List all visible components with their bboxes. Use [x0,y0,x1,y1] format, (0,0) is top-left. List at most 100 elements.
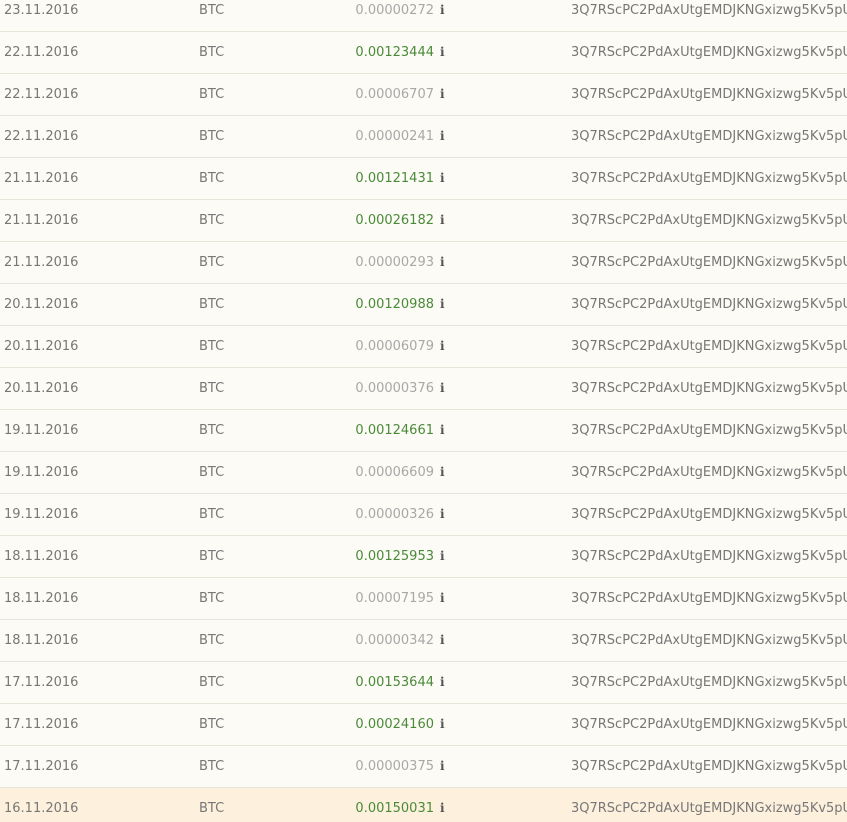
row-currency: BTC [199,675,225,690]
row-currency: BTC [199,297,225,312]
row-date: 22.11.2016 [4,45,79,60]
info-icon[interactable]: i [440,0,445,31]
row-currency: BTC [199,633,225,648]
info-icon[interactable]: i [440,116,445,157]
info-icon[interactable]: i [440,620,445,661]
table-row[interactable]: 20.11.2016 BTC 0.00120988 i 3Q7RScPC2PdA… [0,284,847,326]
row-currency: BTC [199,339,225,354]
row-date: 21.11.2016 [4,213,79,228]
row-amount: 0.00124661 [355,423,434,438]
info-icon[interactable]: i [440,452,445,493]
row-date: 18.11.2016 [4,591,79,606]
info-icon[interactable]: i [440,578,445,619]
info-icon[interactable]: i [440,326,445,367]
row-date: 20.11.2016 [4,297,79,312]
row-amount: 0.00007195 [355,591,434,606]
info-icon[interactable]: i [440,32,445,73]
row-amount: 0.00000375 [355,759,434,774]
row-currency: BTC [199,45,225,60]
row-date: 16.11.2016 [4,801,79,816]
table-row[interactable]: 18.11.2016 BTC 0.00000342 i 3Q7RScPC2PdA… [0,620,847,662]
info-icon[interactable]: i [440,746,445,787]
row-address: 3Q7RScPC2PdAxUtgEMDJKNGxizwg5Kv5pU [571,423,847,438]
row-currency: BTC [199,255,225,270]
row-date: 19.11.2016 [4,507,79,522]
info-icon[interactable]: i [440,74,445,115]
row-address: 3Q7RScPC2PdAxUtgEMDJKNGxizwg5Kv5pU [571,297,847,312]
row-amount: 0.00000241 [355,129,434,144]
info-icon[interactable]: i [440,662,445,703]
row-address: 3Q7RScPC2PdAxUtgEMDJKNGxizwg5Kv5pU [571,87,847,102]
row-amount: 0.00123444 [355,45,434,60]
table-row[interactable]: 20.11.2016 BTC 0.00006079 i 3Q7RScPC2PdA… [0,326,847,368]
row-address: 3Q7RScPC2PdAxUtgEMDJKNGxizwg5Kv5pU [571,339,847,354]
row-address: 3Q7RScPC2PdAxUtgEMDJKNGxizwg5Kv5pU [571,45,847,60]
row-address: 3Q7RScPC2PdAxUtgEMDJKNGxizwg5Kv5pU [571,171,847,186]
table-row[interactable]: 22.11.2016 BTC 0.00006707 i 3Q7RScPC2PdA… [0,74,847,116]
row-date: 22.11.2016 [4,87,79,102]
row-currency: BTC [199,549,225,564]
row-address: 3Q7RScPC2PdAxUtgEMDJKNGxizwg5Kv5pU [571,507,847,522]
row-amount: 0.00006707 [355,87,434,102]
info-icon[interactable]: i [440,788,445,822]
info-icon[interactable]: i [440,410,445,451]
transactions-list: 23.11.2016 BTC 0.00000272 i 3Q7RScPC2PdA… [0,0,847,822]
row-currency: BTC [199,3,225,18]
info-icon[interactable]: i [440,368,445,409]
row-currency: BTC [199,87,225,102]
row-currency: BTC [199,801,225,816]
row-address: 3Q7RScPC2PdAxUtgEMDJKNGxizwg5Kv5pU [571,759,847,774]
table-row[interactable]: 22.11.2016 BTC 0.00123444 i 3Q7RScPC2PdA… [0,32,847,74]
table-row[interactable]: 21.11.2016 BTC 0.00121431 i 3Q7RScPC2PdA… [0,158,847,200]
table-row[interactable]: 17.11.2016 BTC 0.00000375 i 3Q7RScPC2PdA… [0,746,847,788]
row-date: 19.11.2016 [4,465,79,480]
info-icon[interactable]: i [440,704,445,745]
row-date: 20.11.2016 [4,339,79,354]
row-address: 3Q7RScPC2PdAxUtgEMDJKNGxizwg5Kv5pU [571,255,847,270]
table-row[interactable]: 23.11.2016 BTC 0.00000272 i 3Q7RScPC2PdA… [0,0,847,32]
row-currency: BTC [199,381,225,396]
info-icon[interactable]: i [440,158,445,199]
info-icon[interactable]: i [440,242,445,283]
row-date: 19.11.2016 [4,423,79,438]
row-date: 21.11.2016 [4,255,79,270]
table-row[interactable]: 18.11.2016 BTC 0.00125953 i 3Q7RScPC2PdA… [0,536,847,578]
row-date: 18.11.2016 [4,549,79,564]
table-row[interactable]: 19.11.2016 BTC 0.00124661 i 3Q7RScPC2PdA… [0,410,847,452]
table-row[interactable]: 20.11.2016 BTC 0.00000376 i 3Q7RScPC2PdA… [0,368,847,410]
info-icon[interactable]: i [440,200,445,241]
table-row[interactable]: 17.11.2016 BTC 0.00024160 i 3Q7RScPC2PdA… [0,704,847,746]
row-amount: 0.00000376 [355,381,434,396]
row-address: 3Q7RScPC2PdAxUtgEMDJKNGxizwg5Kv5pU [571,675,847,690]
row-date: 17.11.2016 [4,759,79,774]
info-icon[interactable]: i [440,284,445,325]
info-icon[interactable]: i [440,536,445,577]
row-currency: BTC [199,591,225,606]
table-row[interactable]: 16.11.2016 BTC 0.00150031 i 3Q7RScPC2PdA… [0,788,847,822]
row-amount: 0.00150031 [355,801,434,816]
row-amount: 0.00006079 [355,339,434,354]
table-row[interactable]: 18.11.2016 BTC 0.00007195 i 3Q7RScPC2PdA… [0,578,847,620]
row-amount: 0.00000272 [355,3,434,18]
table-row[interactable]: 17.11.2016 BTC 0.00153644 i 3Q7RScPC2PdA… [0,662,847,704]
transactions-table: 23.11.2016 BTC 0.00000272 i 3Q7RScPC2PdA… [0,0,847,822]
table-row[interactable]: 22.11.2016 BTC 0.00000241 i 3Q7RScPC2PdA… [0,116,847,158]
row-amount: 0.00000293 [355,255,434,270]
row-amount: 0.00006609 [355,465,434,480]
row-currency: BTC [199,717,225,732]
row-date: 18.11.2016 [4,633,79,648]
info-icon[interactable]: i [440,494,445,535]
table-row[interactable]: 21.11.2016 BTC 0.00000293 i 3Q7RScPC2PdA… [0,242,847,284]
row-amount: 0.00000342 [355,633,434,648]
row-currency: BTC [199,129,225,144]
table-row[interactable]: 21.11.2016 BTC 0.00026182 i 3Q7RScPC2PdA… [0,200,847,242]
row-address: 3Q7RScPC2PdAxUtgEMDJKNGxizwg5Kv5pU [571,717,847,732]
row-address: 3Q7RScPC2PdAxUtgEMDJKNGxizwg5Kv5pU [571,129,847,144]
row-amount: 0.00026182 [355,213,434,228]
table-row[interactable]: 19.11.2016 BTC 0.00000326 i 3Q7RScPC2PdA… [0,494,847,536]
table-row[interactable]: 19.11.2016 BTC 0.00006609 i 3Q7RScPC2PdA… [0,452,847,494]
row-currency: BTC [199,423,225,438]
row-currency: BTC [199,171,225,186]
row-amount: 0.00000326 [355,507,434,522]
row-address: 3Q7RScPC2PdAxUtgEMDJKNGxizwg5Kv5pU [571,381,847,396]
